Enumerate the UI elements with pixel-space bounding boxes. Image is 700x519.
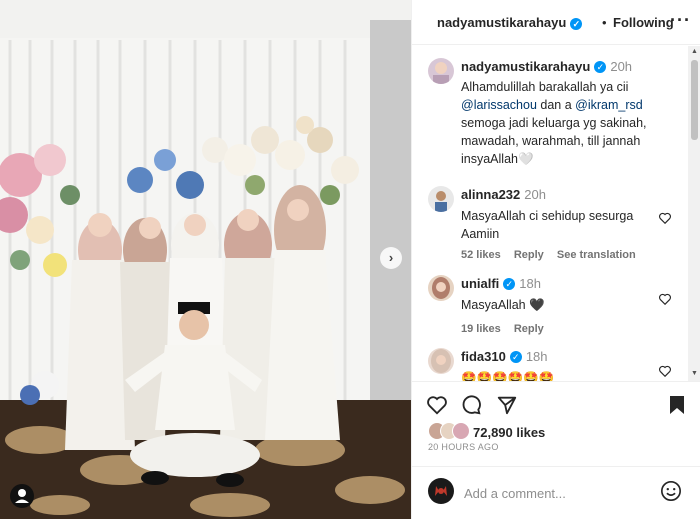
caption-text: Alhamdulillah barakallah ya cii @larissa… bbox=[461, 78, 683, 168]
post-author-username[interactable]: nadyamustikarahayu ✓ bbox=[437, 15, 583, 30]
likes-count[interactable]: 72,890 likes bbox=[473, 425, 545, 440]
caption-line: Alhamdulillah barakallah ya cii bbox=[461, 80, 629, 94]
current-user-avatar bbox=[428, 478, 454, 504]
verified-badge-icon: ✓ bbox=[509, 350, 522, 363]
post-author-name[interactable]: nadyamustikarahayu bbox=[437, 15, 566, 30]
emoji-icon[interactable] bbox=[660, 480, 682, 502]
comment-likes[interactable]: 52 likes bbox=[461, 249, 501, 261]
comment-time[interactable]: 20h bbox=[524, 187, 546, 202]
next-photo-button[interactable]: › bbox=[380, 247, 402, 269]
comment-text: MasyaAllah ci sehidup sesurga Aamiin bbox=[461, 207, 661, 243]
avatar-image bbox=[435, 191, 447, 212]
avatar-image bbox=[431, 349, 451, 373]
scroll-up-arrow-icon[interactable]: ▲ bbox=[691, 48, 698, 55]
caption-line: mawadah, warahmah, till jannah bbox=[461, 134, 641, 148]
avatar-image bbox=[433, 62, 449, 84]
post-sidebar: nadyamustikarahayu ✓ • Following ··· nady… bbox=[411, 0, 700, 519]
comment-item: fida310 ✓ 18h 🤩🤩🤩🤩🤩🤩 bbox=[461, 348, 661, 381]
caption-line: semoga jadi keluarga yg sakinah, bbox=[461, 116, 647, 130]
verified-badge-icon: ✓ bbox=[594, 60, 607, 73]
verified-badge-icon: ✓ bbox=[570, 17, 583, 30]
comment-username[interactable]: unialfi bbox=[461, 276, 499, 291]
scroll-down-arrow-icon[interactable]: ▼ bbox=[691, 370, 698, 377]
comment-meta: 52 likes Reply See translation bbox=[461, 249, 661, 261]
comment-text: MasyaAllah 🖤 bbox=[461, 298, 545, 312]
post-header: nadyamustikarahayu ✓ • Following ··· bbox=[412, 0, 700, 45]
comment-item: alinna232 20h MasyaAllah ci sehidup sesur… bbox=[461, 186, 661, 261]
reply-button[interactable]: Reply bbox=[514, 323, 544, 335]
like-heart-icon[interactable] bbox=[426, 394, 448, 416]
scrollbar-thumb[interactable] bbox=[691, 60, 698, 140]
comment-username[interactable]: fida310 bbox=[461, 349, 506, 364]
caption-username[interactable]: nadyamustikarahayu bbox=[461, 59, 590, 74]
add-comment-bar bbox=[412, 466, 700, 519]
share-icon[interactable] bbox=[496, 394, 518, 416]
comment-line: MasyaAllah ci sehidup sesurga bbox=[461, 209, 634, 223]
comment-text: 🤩🤩🤩🤩🤩🤩 bbox=[461, 371, 555, 381]
comments-list[interactable]: nadyamustikarahayu ✓ 20h Alhamdulillah bar… bbox=[412, 46, 688, 381]
mention-link[interactable]: @larissachou bbox=[461, 98, 537, 112]
tagged-users-button[interactable] bbox=[10, 484, 34, 508]
comment-meta: 19 likes Reply bbox=[461, 323, 661, 335]
post-timestamp[interactable]: 20 HOURS AGO bbox=[428, 442, 499, 452]
user-icon bbox=[15, 489, 29, 503]
comment-avatar[interactable] bbox=[428, 348, 454, 374]
liker-avatar bbox=[452, 422, 470, 440]
heart-icon[interactable] bbox=[658, 292, 672, 306]
add-comment-input[interactable] bbox=[464, 483, 654, 503]
comment-username[interactable]: alinna232 bbox=[461, 187, 520, 202]
comment-time[interactable]: 18h bbox=[519, 276, 541, 291]
comment-icon[interactable] bbox=[460, 394, 482, 416]
comment-time[interactable]: 18h bbox=[526, 349, 548, 364]
heart-icon[interactable] bbox=[658, 211, 672, 225]
heart-icon[interactable] bbox=[658, 364, 672, 378]
caption-author-avatar[interactable] bbox=[428, 58, 454, 84]
avatar-image bbox=[435, 486, 447, 496]
caption-time[interactable]: 20h bbox=[610, 59, 632, 74]
following-button[interactable]: Following bbox=[613, 15, 674, 30]
post-photo[interactable]: › bbox=[0, 0, 411, 519]
more-options-icon[interactable]: ··· bbox=[670, 10, 691, 31]
avatar-image bbox=[432, 277, 450, 299]
comment-item: unialfi ✓ 18h MasyaAllah 🖤 19 likes Reply bbox=[461, 275, 661, 335]
save-bookmark-icon[interactable] bbox=[667, 394, 687, 416]
caption-line: insyaAllah🤍 bbox=[461, 152, 534, 166]
caption: nadyamustikarahayu ✓ 20h Alhamdulillah bar… bbox=[461, 58, 683, 168]
header-separator: • bbox=[602, 15, 607, 30]
comment-likes[interactable]: 19 likes bbox=[461, 323, 501, 335]
reply-button[interactable]: Reply bbox=[514, 249, 544, 261]
comment-line: Aamiin bbox=[461, 227, 500, 241]
mention-link[interactable]: @ikram_rsd bbox=[575, 98, 643, 112]
verified-badge-icon: ✓ bbox=[503, 277, 516, 290]
comment-avatar[interactable] bbox=[428, 275, 454, 301]
see-translation-button[interactable]: See translation bbox=[557, 249, 636, 261]
liked-by-avatars[interactable] bbox=[428, 422, 474, 440]
comment-avatar[interactable] bbox=[428, 186, 454, 212]
caption-connector: dan a bbox=[536, 98, 576, 112]
caption-line: @larissachou dan a @ikram_rsd bbox=[461, 96, 683, 114]
wedding-photo-image bbox=[0, 0, 411, 519]
comments-scrollbar[interactable]: ▲ ▼ bbox=[688, 46, 700, 381]
